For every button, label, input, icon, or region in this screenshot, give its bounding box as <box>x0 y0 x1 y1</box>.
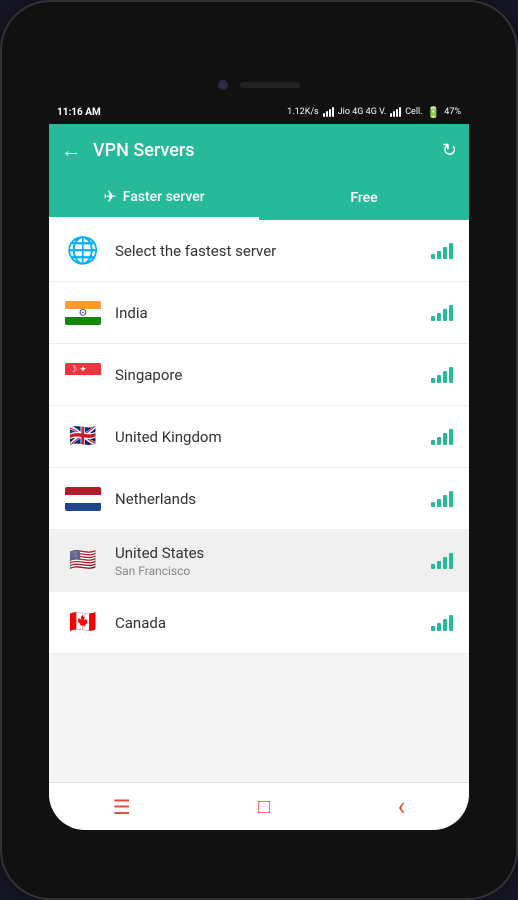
server-list: 🌐 Select the fastest server I <box>49 220 469 782</box>
server-item-india[interactable]: India <box>49 282 469 344</box>
status-bar: 11:16 AM 1.12K/s Jio 4G 4G V. Cell. � <box>49 100 469 124</box>
signal-bars-2 <box>390 107 401 117</box>
flag-uk: 🇬🇧 <box>65 425 101 449</box>
server-name-india: India <box>115 304 417 322</box>
flag-canada: 🇨🇦 <box>65 611 101 635</box>
tab-free-label: Free <box>350 190 377 206</box>
tab-faster-label: Faster server <box>123 189 205 205</box>
globe-icon: 🌐 <box>65 233 101 269</box>
phone-top-notch <box>49 70 469 100</box>
server-info-netherlands: Netherlands <box>115 490 417 508</box>
airplane-icon: ✈ <box>103 187 116 206</box>
server-name-netherlands: Netherlands <box>115 490 417 508</box>
phone-screen: 11:16 AM 1.12K/s Jio 4G 4G V. Cell. � <box>49 70 469 830</box>
bottom-nav: ☰ □ ‹ <box>49 782 469 830</box>
app-title: VPN Servers <box>93 140 442 161</box>
flag-singapore: ☽ ✦ <box>65 363 101 387</box>
tab-bar: ✈ Faster server Free <box>49 176 469 220</box>
camera-dot <box>218 80 228 90</box>
server-info-us: United States San Francisco <box>115 544 417 578</box>
flag-netherlands <box>65 487 101 511</box>
server-item-canada[interactable]: 🇨🇦 Canada <box>49 592 469 654</box>
server-item-netherlands[interactable]: Netherlands <box>49 468 469 530</box>
status-right: 1.12K/s Jio 4G 4G V. Cell. 🔋 47% <box>287 106 461 119</box>
server-sub-us: San Francisco <box>115 564 417 578</box>
signal-india <box>431 305 453 321</box>
server-name-uk: United Kingdom <box>115 428 417 446</box>
server-item-uk[interactable]: 🇬🇧 United Kingdom <box>49 406 469 468</box>
battery-icon: 🔋 <box>427 106 441 119</box>
server-info-fastest: Select the fastest server <box>115 242 417 260</box>
signal-singapore <box>431 367 453 383</box>
server-info-india: India <box>115 304 417 322</box>
server-name-fastest: Select the fastest server <box>115 242 417 260</box>
signal-uk <box>431 429 453 445</box>
home-nav-button[interactable]: □ <box>238 786 290 827</box>
signal-netherlands <box>431 491 453 507</box>
back-button[interactable]: ← <box>61 138 81 163</box>
app-screen: ← VPN Servers ↻ ✈ Faster server Free 🌐 <box>49 124 469 830</box>
status-speed: 1.12K/s <box>287 107 319 117</box>
status-cell: Cell. <box>405 107 422 117</box>
status-time: 11:16 AM <box>57 107 101 118</box>
refresh-button[interactable]: ↻ <box>442 140 457 161</box>
speaker-bar <box>240 82 300 88</box>
server-info-canada: Canada <box>115 614 417 632</box>
server-name-singapore: Singapore <box>115 366 417 384</box>
flag-india <box>65 301 101 325</box>
signal-fastest <box>431 243 453 259</box>
server-item-singapore[interactable]: ☽ ✦ Singapore <box>49 344 469 406</box>
server-item-fastest[interactable]: 🌐 Select the fastest server <box>49 220 469 282</box>
phone-frame: 11:16 AM 1.12K/s Jio 4G 4G V. Cell. � <box>0 0 518 900</box>
tab-faster-server[interactable]: ✈ Faster server <box>49 176 259 220</box>
server-name-us: United States <box>115 544 417 562</box>
back-nav-button[interactable]: ‹ <box>377 784 425 830</box>
signal-us <box>431 553 453 569</box>
status-carrier: Jio 4G 4G V. <box>338 107 386 117</box>
server-name-canada: Canada <box>115 614 417 632</box>
tab-free[interactable]: Free <box>259 176 469 220</box>
signal-bars-1 <box>323 107 334 117</box>
menu-nav-button[interactable]: ☰ <box>93 787 151 827</box>
signal-canada <box>431 615 453 631</box>
server-info-uk: United Kingdom <box>115 428 417 446</box>
server-info-singapore: Singapore <box>115 366 417 384</box>
server-item-us[interactable]: 🇺🇸 United States San Francisco <box>49 530 469 592</box>
app-header: ← VPN Servers ↻ <box>49 124 469 176</box>
flag-us: 🇺🇸 <box>65 549 101 573</box>
battery-level: 47% <box>444 107 461 117</box>
